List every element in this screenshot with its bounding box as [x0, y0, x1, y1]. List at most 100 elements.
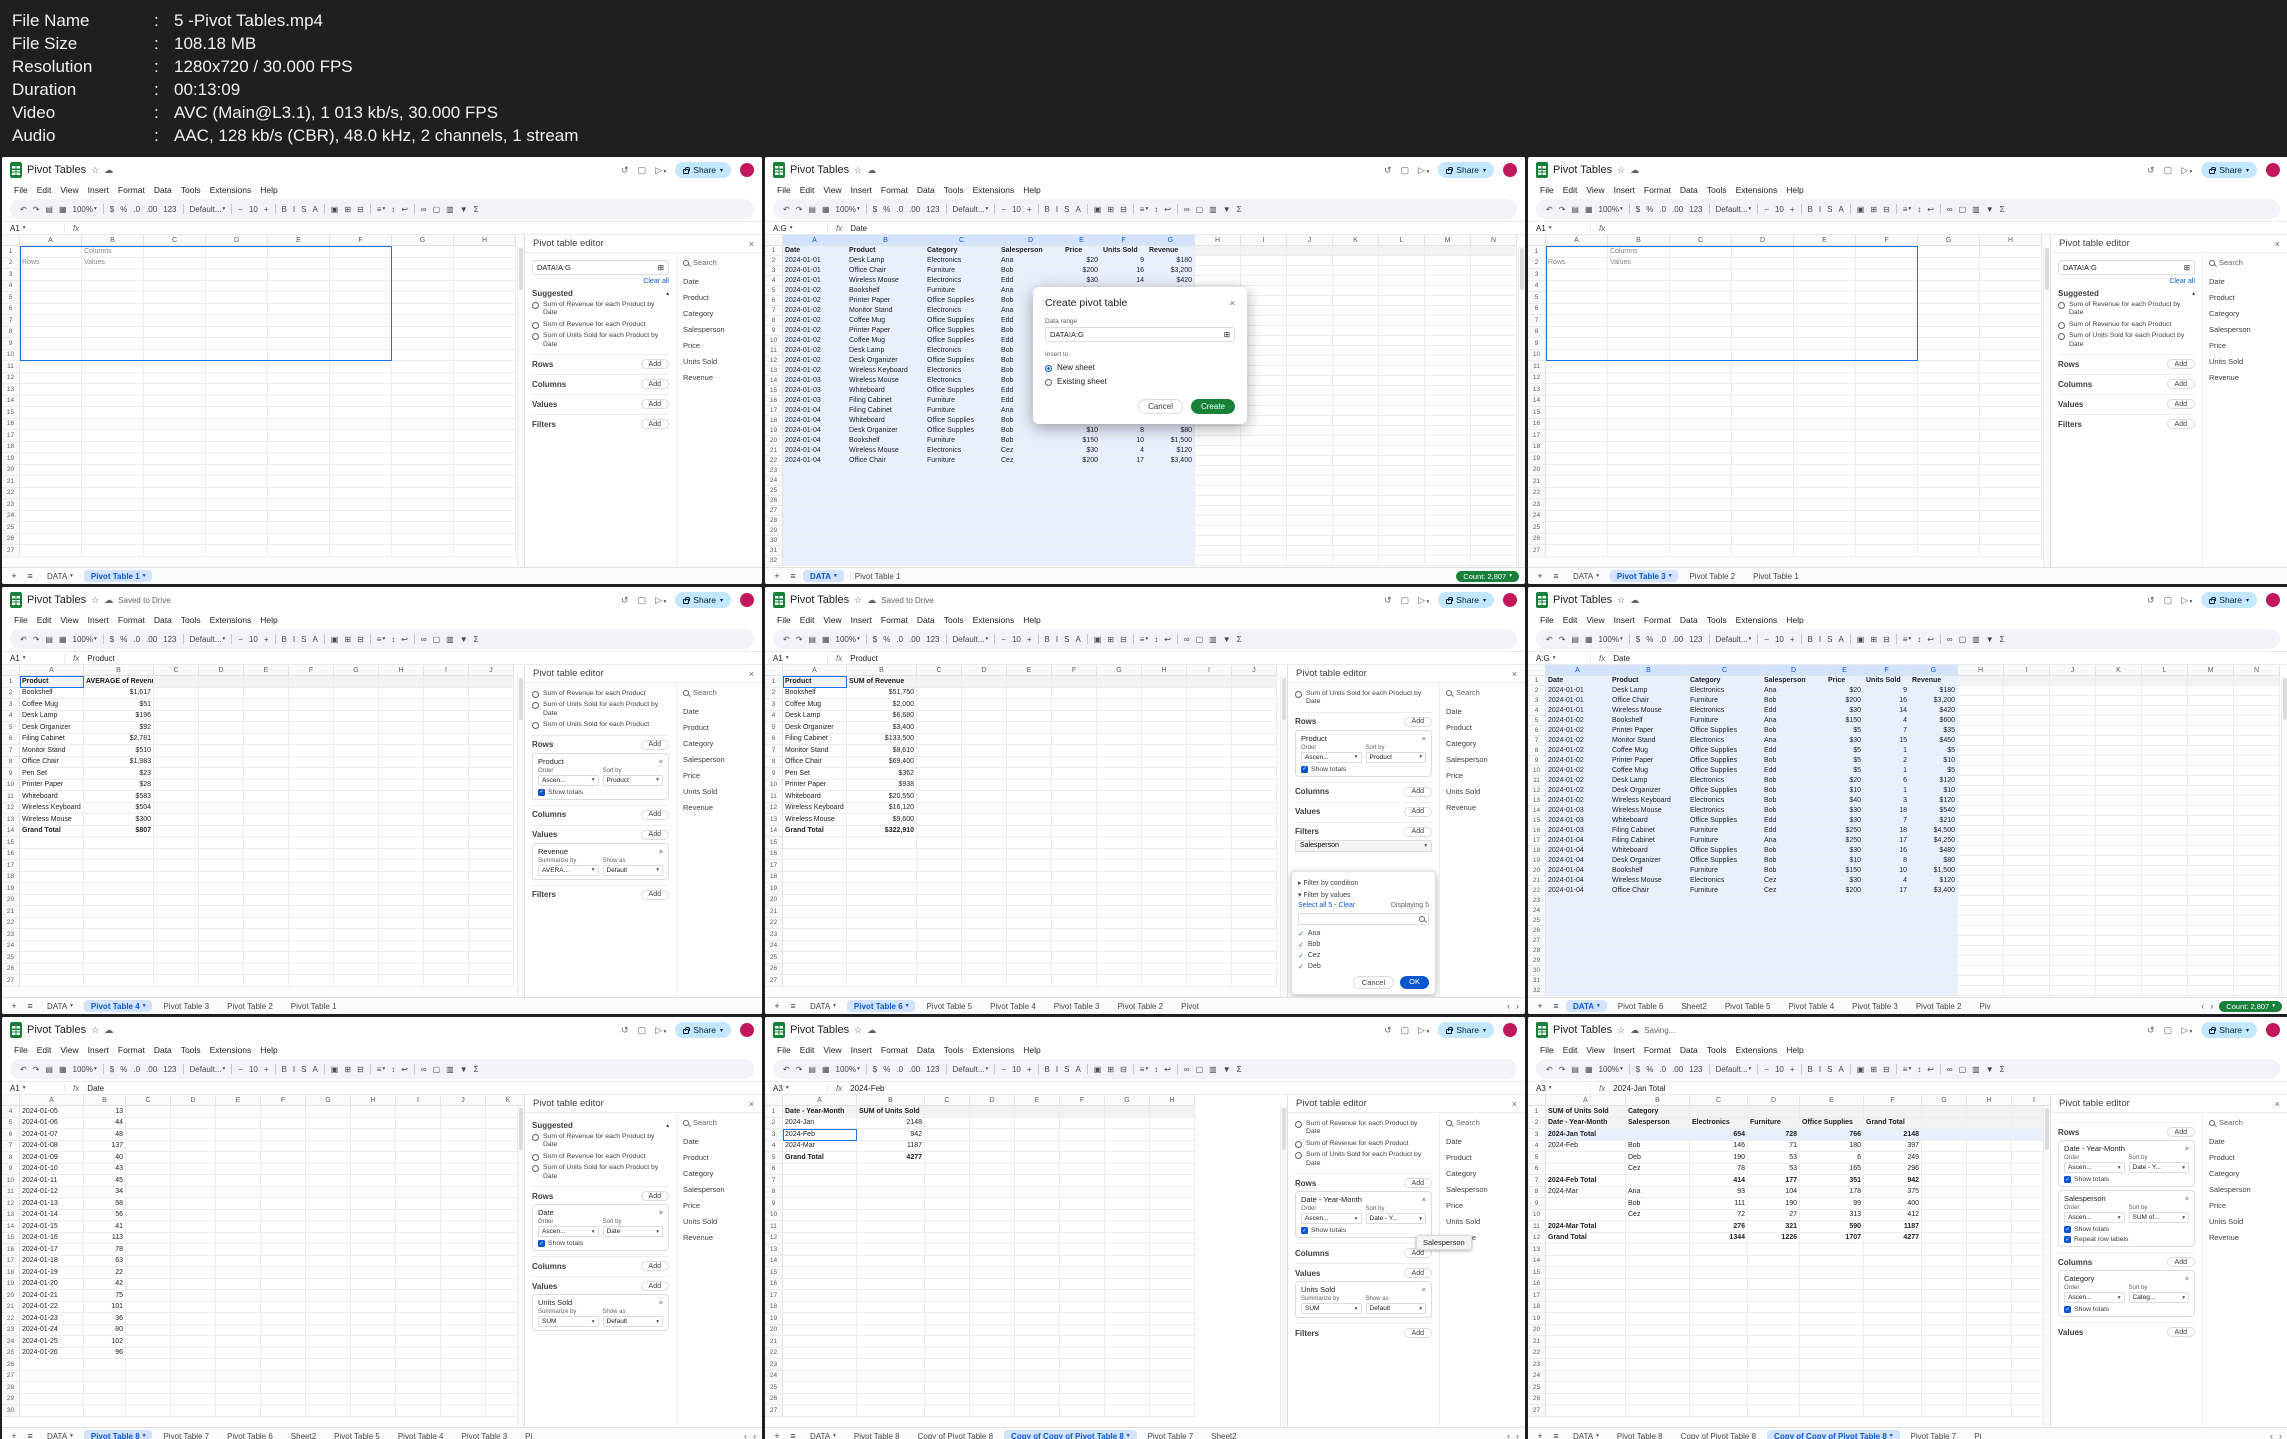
cell[interactable] [1690, 1393, 1748, 1405]
cell[interactable] [2050, 706, 2096, 716]
cell[interactable] [469, 814, 514, 826]
cell[interactable] [1147, 466, 1195, 476]
merge-cells-icon[interactable]: ⊟ [1883, 1065, 1890, 1074]
column-header[interactable]: B [82, 235, 144, 246]
cell[interactable] [1670, 430, 1732, 442]
menu-view[interactable]: View [56, 184, 82, 196]
merge-cells-icon[interactable]: ⊟ [1120, 205, 1127, 214]
insert-link-icon[interactable]: ∞ [1184, 1065, 1190, 1074]
cell[interactable] [1147, 526, 1195, 536]
clear-all-link[interactable]: Clear all [532, 278, 669, 285]
cell[interactable] [1670, 384, 1732, 396]
cell[interactable] [396, 1232, 441, 1244]
row-header[interactable]: 9 [765, 1198, 783, 1210]
column-header[interactable]: I [396, 1095, 441, 1106]
cell[interactable] [783, 1244, 857, 1256]
cell[interactable] [1958, 876, 2004, 886]
cell[interactable] [1732, 338, 1794, 350]
percent-format-icon[interactable]: % [883, 205, 890, 214]
cell[interactable]: Desk Lamp [1610, 776, 1688, 786]
cell[interactable]: 2024-01-01 [783, 256, 847, 266]
cell[interactable]: Cez [1762, 876, 1826, 886]
cell[interactable]: 18 [1864, 826, 1910, 836]
cell[interactable] [261, 1336, 306, 1348]
cell[interactable] [1856, 395, 1918, 407]
cell[interactable] [1060, 1301, 1105, 1313]
cell[interactable]: $250 [1826, 826, 1864, 836]
cell[interactable]: Wireless Mouse [847, 276, 925, 286]
radio-icon[interactable] [532, 1134, 539, 1141]
merge-cells-icon[interactable]: ⊟ [357, 205, 364, 214]
row-header[interactable]: 20 [2, 894, 20, 906]
cell[interactable] [925, 1117, 970, 1129]
cell[interactable] [2234, 976, 2280, 986]
cell[interactable] [1150, 1232, 1195, 1244]
cell[interactable] [1425, 286, 1471, 296]
functions-icon[interactable]: Σ [474, 1065, 479, 1074]
cell[interactable]: Cez [1626, 1209, 1690, 1221]
cell[interactable] [1980, 453, 2042, 465]
decrease-font-size-icon[interactable]: − [1764, 205, 1769, 214]
cell[interactable] [1150, 1129, 1195, 1141]
cell[interactable] [1546, 246, 1608, 258]
text-wrap-icon[interactable]: ↩ [401, 635, 408, 644]
cell[interactable] [334, 722, 379, 734]
cell[interactable] [206, 430, 268, 442]
cell[interactable]: Values [82, 257, 144, 269]
cell[interactable] [469, 825, 514, 837]
cell[interactable] [917, 699, 962, 711]
zoom-select[interactable]: 100% ▾ [836, 1065, 860, 1074]
cell[interactable] [1980, 326, 2042, 338]
cell[interactable] [20, 326, 82, 338]
row-header[interactable]: 11 [765, 346, 783, 356]
cell[interactable] [154, 837, 199, 849]
cell[interactable] [1670, 395, 1732, 407]
cell[interactable] [1425, 496, 1471, 506]
cell[interactable] [1918, 246, 1980, 258]
cell[interactable] [20, 929, 84, 941]
cell[interactable] [1546, 1359, 1626, 1371]
row-header[interactable]: 15 [2, 1232, 20, 1244]
cell[interactable]: Bob [1762, 796, 1826, 806]
cell[interactable] [20, 1393, 84, 1405]
cell[interactable] [1918, 349, 1980, 361]
cell[interactable]: $1,500 [1147, 436, 1195, 446]
field-item-units-sold[interactable]: Units Sold [683, 353, 756, 369]
cell[interactable] [20, 407, 82, 419]
cell[interactable] [306, 1370, 351, 1382]
cell[interactable]: 2024-01-04 [1546, 846, 1610, 856]
cell[interactable] [2096, 686, 2142, 696]
cell[interactable] [1187, 825, 1232, 837]
cell[interactable] [1097, 756, 1142, 768]
cell[interactable] [1187, 791, 1232, 803]
cell[interactable]: Desk Organizer [1610, 786, 1688, 796]
decrease-decimals-icon[interactable]: .0 [1659, 205, 1666, 214]
undo-icon[interactable]: ↶ [20, 1065, 27, 1074]
cell[interactable] [20, 883, 84, 895]
cell[interactable] [306, 1301, 351, 1313]
sheet-tab-pivot-table-3[interactable]: Pivot Table 3 [455, 1430, 515, 1439]
menu-file[interactable]: File [773, 184, 795, 196]
cell[interactable] [970, 1278, 1015, 1290]
cell[interactable] [1690, 1278, 1748, 1290]
cell[interactable]: $3,400 [1147, 456, 1195, 466]
cell[interactable] [1910, 906, 1958, 916]
cell[interactable]: Wireless Mouse [20, 814, 84, 826]
cell[interactable] [1918, 384, 1980, 396]
cell[interactable] [306, 1347, 351, 1359]
checkbox-row[interactable]: ✓ Show totals [2064, 1226, 2189, 1233]
cell[interactable] [171, 1152, 216, 1164]
cell[interactable] [1608, 395, 1670, 407]
row-header[interactable]: 1 [1528, 246, 1546, 258]
cell[interactable] [917, 756, 962, 768]
cell[interactable] [847, 848, 917, 860]
row-header[interactable]: 17 [2, 860, 20, 872]
cell[interactable]: Edd [1762, 826, 1826, 836]
cell[interactable] [1471, 286, 1517, 296]
text-color-icon[interactable]: A [1075, 1065, 1080, 1074]
cell[interactable] [1097, 894, 1142, 906]
cell[interactable] [1232, 802, 1277, 814]
fill-color-icon[interactable]: ▣ [1857, 1065, 1865, 1074]
menu-insert[interactable]: Insert [847, 1044, 876, 1056]
cell[interactable] [1967, 1313, 2012, 1325]
